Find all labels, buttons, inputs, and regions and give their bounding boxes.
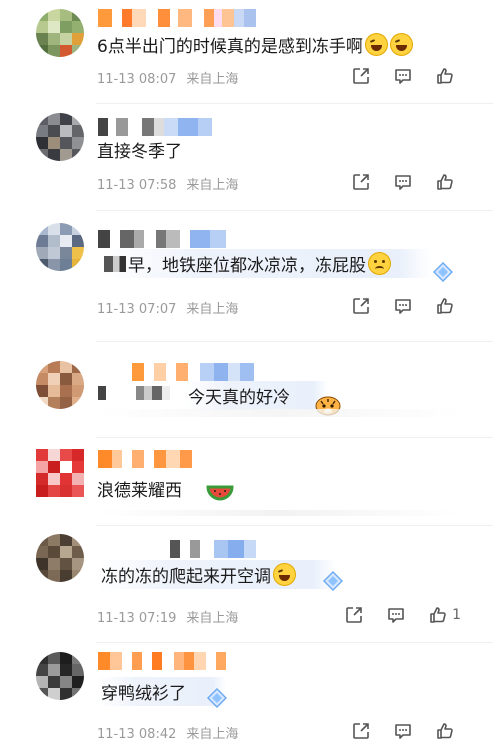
- username[interactable]: [98, 118, 212, 136]
- thumbs-up-icon: [437, 298, 453, 314]
- like-button[interactable]: [435, 66, 455, 86]
- like-button[interactable]: [435, 172, 455, 192]
- blur-band: [96, 409, 465, 417]
- diamond-badge-icon: [323, 571, 343, 591]
- location: 来自上海: [186, 302, 239, 317]
- comment-text-content: 早，地铁座位都冰凉凉，冻屁股: [128, 256, 366, 276]
- diamond-badge-icon: [433, 262, 453, 282]
- comment-icon: [395, 175, 411, 190]
- share-button[interactable]: [351, 172, 371, 192]
- comment-actions: 1: [344, 605, 461, 625]
- avatar[interactable]: [36, 449, 84, 497]
- comment-button[interactable]: [393, 296, 413, 316]
- comment-button[interactable]: [386, 605, 406, 625]
- avatar[interactable]: [36, 113, 84, 161]
- comment-actions: [351, 296, 455, 316]
- comment-text: 浪德莱耀西: [97, 473, 234, 503]
- comment-text: 直接冬季了: [97, 137, 182, 162]
- comment-meta: 11-13 07:58 来自上海: [97, 174, 238, 193]
- divider: [96, 642, 493, 643]
- comment-text: 今天真的好冷: [184, 381, 328, 410]
- location: 来自上海: [186, 72, 239, 87]
- share-button[interactable]: [351, 66, 371, 86]
- share-button[interactable]: [351, 721, 371, 741]
- comment-icon: [388, 608, 404, 623]
- divider: [96, 341, 493, 342]
- share-icon: [353, 68, 369, 84]
- comment-actions: [351, 172, 455, 192]
- like-count: 1: [452, 607, 461, 623]
- avatar[interactable]: [36, 361, 84, 409]
- comment-text-content: 穿鸭绒衫了: [101, 684, 186, 704]
- like-group: 1: [428, 605, 461, 625]
- like-button[interactable]: [435, 296, 455, 316]
- location: 来自上海: [186, 611, 239, 626]
- comment-text: 早，地铁座位都冰凉凉，冻屁股: [100, 249, 431, 278]
- comment-icon: [395, 69, 411, 84]
- comment-meta: 11-13 08:42 来自上海: [97, 723, 238, 742]
- divider: [96, 103, 493, 104]
- like-button[interactable]: [435, 721, 455, 741]
- laugh-crying-emoji: [273, 563, 296, 586]
- comment-text-content: 6点半出门的时候真的是感到冻手啊: [97, 37, 363, 57]
- comment-button[interactable]: [393, 172, 413, 192]
- thumbs-up-icon: [430, 607, 446, 623]
- divider: [96, 210, 493, 211]
- username[interactable]: [98, 230, 226, 248]
- username[interactable]: [98, 9, 256, 27]
- sad-face-emoji: [368, 252, 391, 275]
- username[interactable]: [132, 363, 254, 381]
- username-mosaic-inline: [98, 386, 170, 400]
- laugh-crying-emoji: [389, 33, 413, 56]
- comment-meta: 11-13 08:07 来自上海: [97, 68, 238, 87]
- timestamp: 11-13 07:07: [97, 302, 177, 317]
- blur-band: [96, 510, 461, 516]
- share-button[interactable]: [344, 605, 364, 625]
- username[interactable]: [98, 450, 192, 468]
- avatar[interactable]: [36, 534, 84, 582]
- comment-text-content: 今天真的好冷: [188, 388, 290, 408]
- comment-actions: [351, 721, 455, 741]
- comment-text: 冻的冻的爬起来开空调: [97, 560, 336, 589]
- divider: [96, 525, 493, 526]
- comment-meta: 11-13 07:19 来自上海: [97, 607, 238, 626]
- laugh-crying-emoji: [364, 33, 388, 56]
- comment-meta: 11-13 07:07 来自上海: [97, 298, 238, 317]
- thumbs-up-icon: [437, 723, 453, 739]
- comment-icon: [395, 299, 411, 314]
- location: 来自上海: [186, 727, 239, 742]
- comment-text-content: 直接冬季了: [97, 142, 182, 162]
- share-icon: [353, 174, 369, 190]
- share-icon: [346, 607, 362, 623]
- comment-button[interactable]: [393, 66, 413, 86]
- comment-button[interactable]: [393, 721, 413, 741]
- comment-text: 6点半出门的时候真的是感到冻手啊: [97, 32, 413, 57]
- share-icon: [353, 298, 369, 314]
- thumbs-up-icon: [437, 68, 453, 84]
- avatar[interactable]: [36, 223, 84, 271]
- username-mosaic-inline: [104, 255, 126, 272]
- timestamp: 11-13 07:19: [97, 611, 177, 626]
- comment-icon: [395, 724, 411, 739]
- comment-text-content: 浪德莱耀西: [97, 480, 182, 501]
- divider: [96, 437, 493, 438]
- timestamp: 11-13 07:58: [97, 178, 177, 193]
- avatar[interactable]: [36, 9, 84, 57]
- comment-actions: [351, 66, 455, 86]
- like-button[interactable]: [428, 605, 448, 625]
- share-button[interactable]: [351, 296, 371, 316]
- diamond-badge-icon: [207, 688, 227, 708]
- location: 来自上海: [186, 178, 239, 193]
- share-icon: [353, 723, 369, 739]
- comment-text-content: 冻的冻的爬起来开空调: [101, 567, 271, 587]
- timestamp: 11-13 08:42: [97, 727, 177, 742]
- watermelon-emoji: [206, 485, 234, 501]
- username[interactable]: [98, 652, 226, 670]
- avatar[interactable]: [36, 652, 84, 700]
- username[interactable]: [170, 540, 256, 558]
- timestamp: 11-13 08:07: [97, 72, 177, 87]
- thumbs-up-icon: [437, 174, 453, 190]
